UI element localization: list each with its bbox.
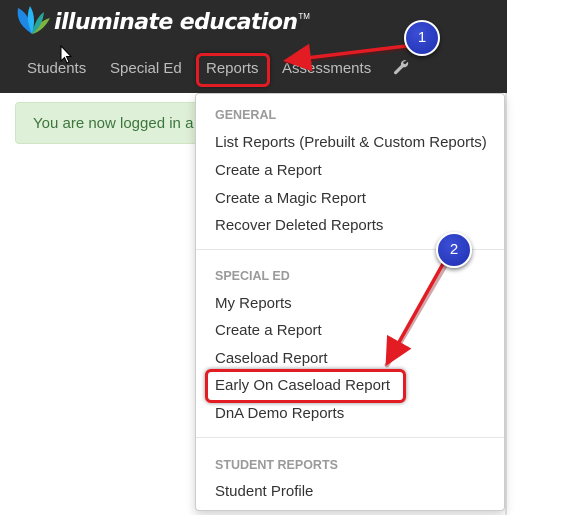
arrow-to-early-on <box>385 260 446 367</box>
annotation-arrows <box>283 43 449 368</box>
callout-badge-1: 1 <box>404 20 440 56</box>
callout-badge-2: 2 <box>436 232 472 268</box>
arrow-to-reports <box>283 43 408 72</box>
